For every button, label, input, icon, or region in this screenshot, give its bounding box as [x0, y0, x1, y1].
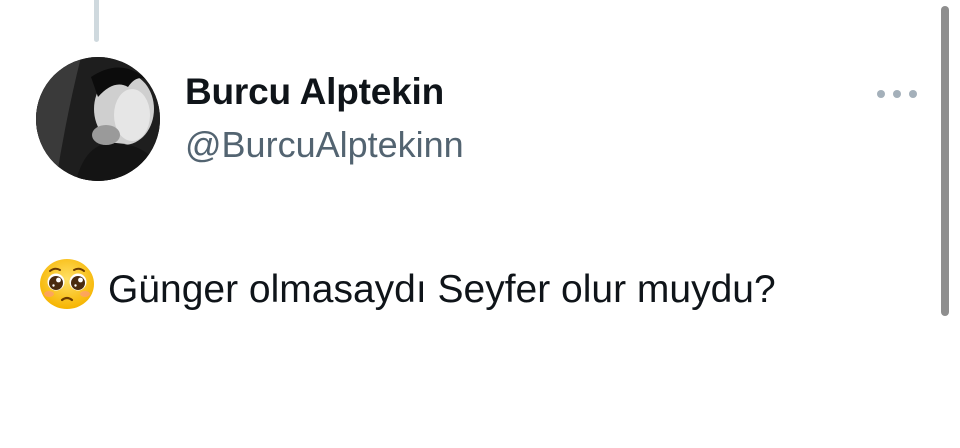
tweet-body: Günger olmasaydı Seyfer olur muydu? — [38, 258, 918, 321]
more-options-button[interactable] — [870, 80, 924, 108]
avatar[interactable] — [36, 57, 160, 181]
more-options-icon — [877, 90, 917, 98]
thread-connector-line — [94, 0, 99, 42]
tweet-text: Günger olmasaydı Seyfer olur muydu? — [108, 268, 776, 311]
author-handle[interactable]: @BurcuAlptekinn — [185, 124, 464, 166]
scrollbar[interactable] — [941, 6, 949, 316]
author-display-name[interactable]: Burcu Alptekin — [185, 71, 444, 113]
pleading-face-emoji-icon — [38, 258, 96, 310]
avatar-photo — [36, 57, 160, 181]
